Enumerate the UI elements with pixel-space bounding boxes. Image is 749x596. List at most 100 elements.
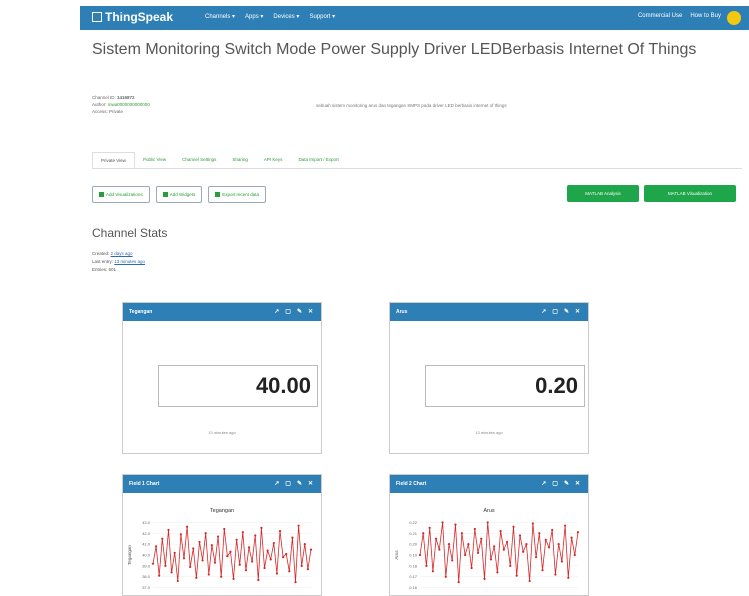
tab-sharing[interactable]: Sharing: [224, 152, 256, 168]
data-point[interactable]: [216, 535, 220, 538]
data-point[interactable]: [179, 533, 182, 536]
matlab-analysis-button[interactable]: MATLAB Analysis: [567, 185, 639, 202]
data-point[interactable]: [573, 553, 576, 557]
data-point[interactable]: [505, 540, 509, 544]
data-point[interactable]: [291, 536, 294, 539]
data-point[interactable]: [241, 531, 244, 534]
data-point[interactable]: [266, 549, 269, 552]
user-avatar-icon[interactable]: [727, 11, 741, 25]
data-point[interactable]: [528, 579, 531, 583]
data-point[interactable]: [428, 526, 431, 529]
data-point[interactable]: [518, 534, 522, 537]
tab-private-view[interactable]: Private View: [92, 152, 135, 168]
data-point[interactable]: [457, 581, 460, 584]
data-point[interactable]: [544, 538, 547, 541]
data-point[interactable]: [251, 560, 254, 563]
data-point[interactable]: [438, 548, 441, 551]
tab-api-keys[interactable]: API Keys: [256, 152, 291, 168]
arus-line-chart[interactable]: Arus 0.16 0.17 0.18 0.19 0.20 0.21 0.22: [390, 515, 588, 595]
data-point[interactable]: [489, 558, 493, 561]
data-point[interactable]: [213, 561, 217, 564]
data-point[interactable]: [201, 559, 204, 562]
data-point[interactable]: [486, 521, 489, 524]
data-point[interactable]: [210, 544, 213, 547]
nav-support[interactable]: Support: [309, 13, 335, 20]
data-point[interactable]: [418, 553, 422, 557]
data-point[interactable]: [303, 543, 306, 546]
data-point[interactable]: [576, 531, 580, 534]
data-point[interactable]: [480, 537, 483, 540]
data-point[interactable]: [512, 525, 515, 528]
data-point[interactable]: [454, 523, 457, 526]
comment-icon[interactable]: ▢: [552, 308, 558, 315]
data-point[interactable]: [538, 532, 541, 535]
external-link-icon[interactable]: ↗: [274, 480, 279, 487]
data-point[interactable]: [278, 530, 282, 533]
close-icon[interactable]: ✕: [308, 308, 313, 315]
data-point[interactable]: [431, 570, 434, 573]
nav-apps[interactable]: Apps: [245, 13, 263, 20]
data-point[interactable]: [300, 564, 303, 567]
data-point[interactable]: [570, 536, 573, 539]
data-point[interactable]: [470, 566, 473, 570]
data-point[interactable]: [531, 522, 534, 525]
data-point[interactable]: [464, 553, 467, 557]
data-point[interactable]: [161, 537, 164, 540]
data-point[interactable]: [173, 551, 176, 554]
data-point[interactable]: [515, 574, 518, 577]
data-point[interactable]: [176, 579, 179, 583]
data-point[interactable]: [444, 575, 447, 578]
data-point[interactable]: [476, 551, 480, 554]
data-point[interactable]: [192, 547, 195, 550]
comment-icon[interactable]: ▢: [552, 480, 558, 487]
data-point[interactable]: [493, 545, 496, 548]
nav-devices[interactable]: Devices: [273, 13, 299, 20]
matlab-visualization-button[interactable]: MATLAB Visualization: [644, 185, 736, 202]
add-widgets-button[interactable]: Add Widgets: [155, 186, 203, 203]
data-point[interactable]: [441, 521, 444, 524]
tab-channel-settings[interactable]: Channel Settings: [174, 152, 224, 168]
data-point[interactable]: [170, 571, 173, 574]
data-point[interactable]: [435, 537, 438, 540]
data-point[interactable]: [564, 524, 567, 527]
edit-icon[interactable]: ✎: [297, 480, 302, 487]
data-point[interactable]: [226, 554, 229, 558]
data-point[interactable]: [247, 546, 251, 549]
data-point[interactable]: [499, 530, 502, 533]
nav-channels[interactable]: Channels: [205, 13, 235, 20]
data-point[interactable]: [567, 576, 570, 579]
data-point[interactable]: [560, 560, 563, 563]
data-point[interactable]: [557, 543, 560, 546]
data-point[interactable]: [496, 571, 499, 574]
data-point[interactable]: [151, 562, 155, 565]
data-point[interactable]: [541, 569, 544, 572]
data-point[interactable]: [547, 546, 551, 549]
author-link[interactable]: mwa0000000000000: [108, 102, 150, 107]
data-point[interactable]: [260, 526, 263, 529]
add-visualizations-button[interactable]: Add Visualizations: [92, 186, 150, 203]
tab-public-view[interactable]: Public View: [135, 152, 174, 168]
data-point[interactable]: [185, 525, 189, 528]
data-point[interactable]: [158, 574, 161, 577]
data-point[interactable]: [447, 543, 451, 546]
data-point[interactable]: [282, 556, 285, 559]
data-point[interactable]: [257, 578, 260, 582]
data-point[interactable]: [288, 570, 291, 573]
data-point[interactable]: [167, 528, 170, 532]
data-point[interactable]: [223, 527, 226, 531]
comment-icon[interactable]: ▢: [285, 480, 291, 487]
data-point[interactable]: [204, 532, 207, 535]
data-point[interactable]: [525, 543, 528, 546]
data-point[interactable]: [451, 559, 454, 562]
data-point[interactable]: [182, 557, 186, 560]
external-link-icon[interactable]: ↗: [541, 480, 546, 487]
close-icon[interactable]: ✕: [575, 480, 580, 487]
data-point[interactable]: [551, 528, 554, 532]
data-point[interactable]: [425, 564, 428, 567]
data-point[interactable]: [285, 552, 288, 556]
tab-data-import-export[interactable]: Data Import / Export: [290, 152, 346, 168]
data-point[interactable]: [554, 573, 557, 576]
data-point[interactable]: [422, 532, 425, 535]
data-point[interactable]: [220, 575, 223, 578]
data-point[interactable]: [244, 569, 248, 572]
